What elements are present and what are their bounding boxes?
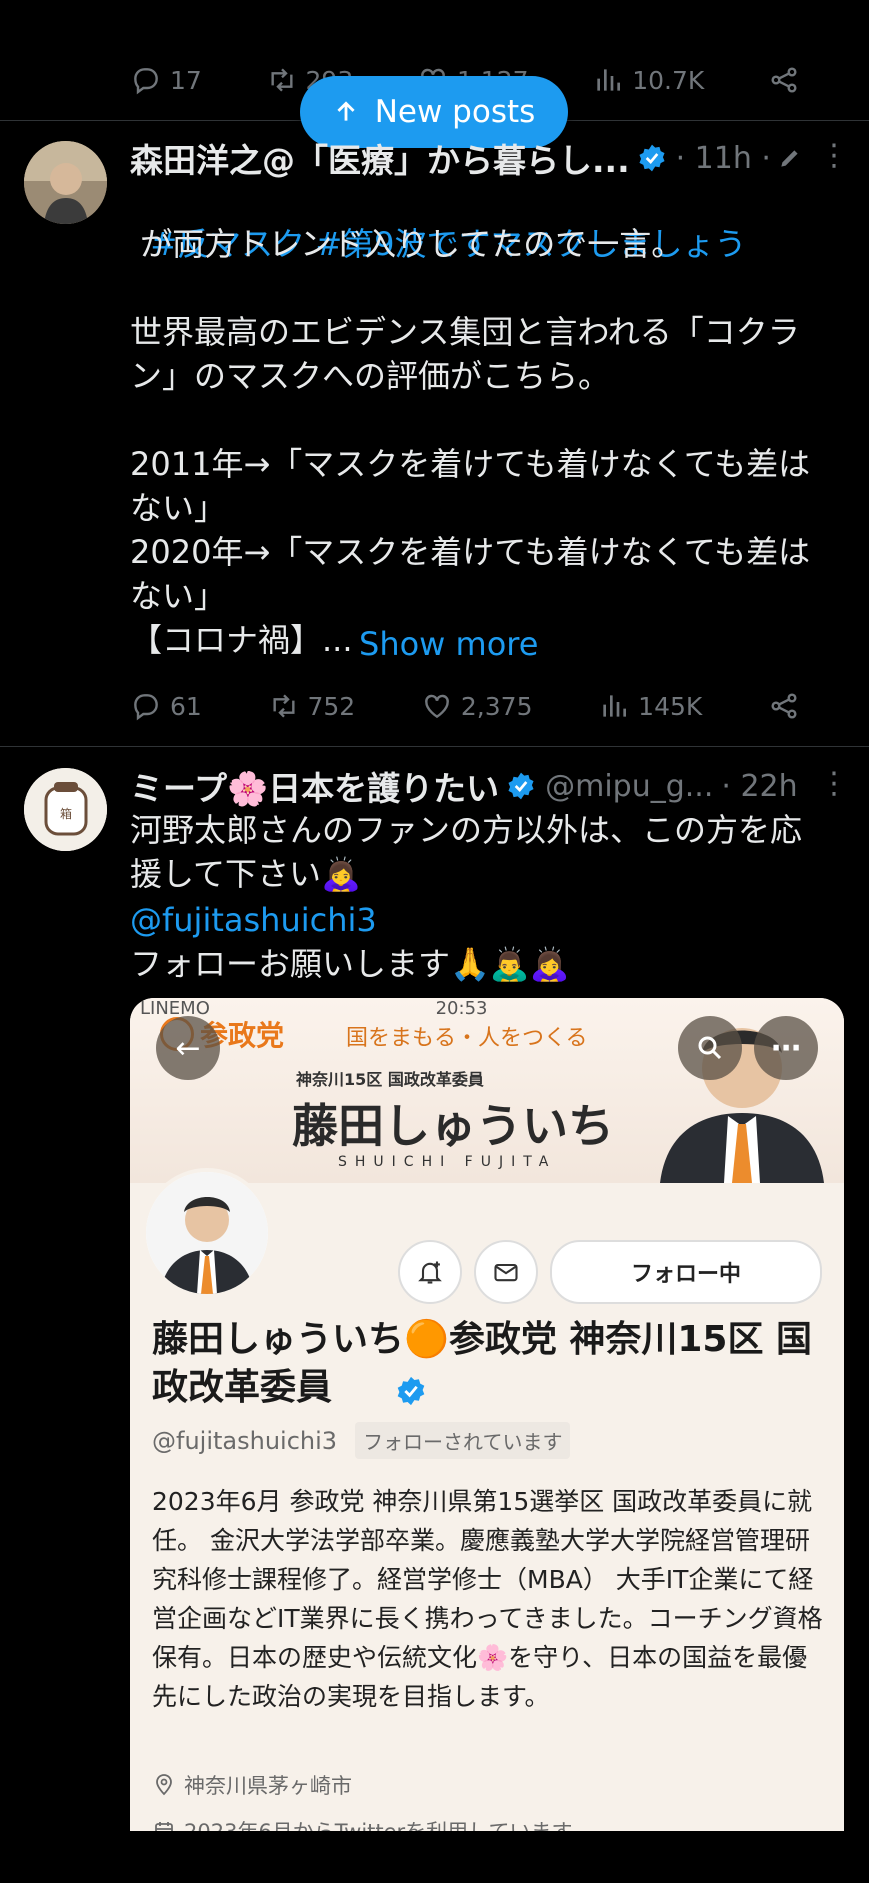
post-header: ミープ🌸日本を護りたい @mipu_g... · 22h bbox=[130, 762, 849, 810]
views-button[interactable]: 145K bbox=[598, 690, 702, 722]
message-icon[interactable] bbox=[474, 1240, 538, 1304]
repost-icon bbox=[272, 694, 295, 718]
display-name[interactable]: 森田洋之@「医療」から暮らし... bbox=[130, 134, 630, 182]
more-options-icon[interactable]: ⋮ bbox=[819, 138, 849, 173]
edit-pencil-icon bbox=[781, 150, 798, 167]
reply-count: 61 bbox=[170, 691, 202, 721]
profile-location: 神奈川県茅ヶ崎市 bbox=[152, 1770, 352, 1800]
views-count: 145K bbox=[638, 691, 703, 721]
show-more-link[interactable]: Show more bbox=[359, 622, 538, 666]
views-icon bbox=[603, 695, 627, 717]
profile-banner: LINEMO 20:53 参政党 国をまもる・人をつくる 神奈川15区 国政改革… bbox=[130, 998, 844, 1183]
user-handle[interactable]: @mipu_g... bbox=[545, 769, 713, 804]
reply-button[interactable]: 17 bbox=[130, 64, 202, 96]
share-icon bbox=[771, 693, 797, 719]
profile-handle-row: @fujitashuichi3 フォローされています bbox=[152, 1422, 571, 1459]
verified-badge-icon bbox=[639, 144, 665, 172]
display-name[interactable]: ミープ🌸日本を護りたい bbox=[130, 762, 499, 810]
share-button[interactable] bbox=[768, 64, 800, 96]
like-button[interactable]: 2,375 bbox=[421, 690, 533, 722]
share-button[interactable] bbox=[768, 690, 800, 722]
search-icon[interactable] bbox=[678, 1016, 742, 1080]
post-header: 森田洋之@「医療」から暮らし... · 11h · bbox=[130, 136, 849, 180]
verified-badge-icon bbox=[508, 772, 534, 800]
post-text: 河野太郎さんのファンの方以外は、この方を応援して下さい🙇‍♀️ bbox=[130, 811, 803, 893]
svg-text:箱: 箱 bbox=[60, 806, 72, 821]
more-options-icon[interactable]: ⋮ bbox=[819, 766, 849, 801]
post-text: フォローお願いします🙏🙇‍♂️🙇‍♀️ bbox=[130, 945, 570, 983]
mention-link[interactable]: @fujitashuichi3 bbox=[130, 898, 377, 942]
like-count: 2,375 bbox=[460, 691, 533, 721]
follows-you-badge: フォローされています bbox=[355, 1422, 571, 1459]
profile-handle: @fujitashuichi3 bbox=[152, 1426, 338, 1455]
back-arrow-icon[interactable]: ← bbox=[156, 1016, 220, 1080]
banner-roman: SHUICHI FUJITA bbox=[338, 1154, 557, 1170]
banner-subtitle: 神奈川15区 国政改革委員 bbox=[296, 1070, 484, 1089]
profile-name: 藤田しゅういち🟠参政党 神奈川15区 国政改革委員 bbox=[152, 1319, 812, 1408]
calendar-icon bbox=[155, 1822, 173, 1831]
views-count: 10.7K bbox=[632, 65, 705, 95]
post-time: · 11h · bbox=[675, 140, 771, 176]
profile-avatar bbox=[142, 1168, 272, 1298]
new-posts-label: New posts bbox=[374, 94, 536, 130]
post-divider bbox=[0, 746, 869, 747]
verified-badge-icon bbox=[397, 1376, 425, 1406]
repost-icon bbox=[270, 68, 293, 92]
post-time: · 22h bbox=[721, 768, 798, 804]
heart-icon bbox=[425, 694, 449, 719]
reply-icon bbox=[134, 68, 158, 95]
banner-portrait bbox=[660, 1028, 824, 1183]
following-button[interactable]: フォロー中 bbox=[550, 1240, 822, 1304]
location-icon bbox=[156, 1774, 172, 1796]
attached-image[interactable]: LINEMO 20:53 参政党 国をまもる・人をつくる 神奈川15区 国政改革… bbox=[130, 998, 844, 1831]
avatar[interactable] bbox=[24, 141, 107, 224]
reply-button[interactable]: 61 bbox=[130, 690, 202, 722]
views-icon bbox=[597, 69, 621, 91]
post-text: が両方トレンド入りしてたので一言。 世界最高のエビデンス集団と言われる「コクラン… bbox=[130, 225, 811, 659]
reply-icon bbox=[134, 694, 158, 721]
arrow-up-icon bbox=[337, 101, 355, 121]
avatar[interactable]: 箱 bbox=[24, 768, 107, 851]
share-icon bbox=[771, 67, 797, 93]
add-notification-icon[interactable] bbox=[398, 1240, 462, 1304]
repost-count: 752 bbox=[307, 691, 356, 721]
reply-count: 17 bbox=[170, 65, 202, 95]
repost-button[interactable]: 752 bbox=[268, 690, 356, 722]
profile-joined: 2023年6月からTwitterを利用しています bbox=[152, 1816, 573, 1831]
views-button[interactable]: 10.7K bbox=[592, 64, 704, 96]
post-actions: 61 752 2,375 145K bbox=[130, 686, 800, 726]
profile-bio: 2023年6月 参政党 神奈川県第15選挙区 国政改革委員に就任。 金沢大学法学… bbox=[152, 1487, 823, 1711]
banner-name: 藤田しゅういち bbox=[292, 1099, 614, 1153]
slogan: 国をまもる・人をつくる bbox=[346, 1026, 588, 1051]
more-options-icon[interactable]: ⋯ bbox=[754, 1016, 818, 1080]
